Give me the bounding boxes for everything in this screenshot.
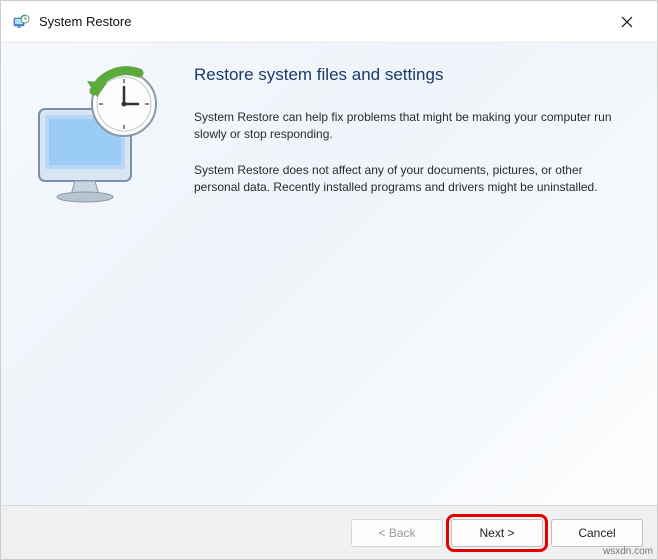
- watermark-text: wsxdn.com: [603, 546, 653, 557]
- window-title: System Restore: [39, 14, 605, 29]
- back-button[interactable]: < Back: [351, 519, 443, 547]
- next-button[interactable]: Next >: [451, 519, 543, 547]
- titlebar: System Restore: [1, 1, 657, 43]
- restore-graphic-icon: [19, 59, 169, 209]
- description-paragraph-2: System Restore does not affect any of yo…: [194, 162, 614, 197]
- main-panel: Restore system files and settings System…: [186, 43, 657, 505]
- description-paragraph-1: System Restore can help fix problems tha…: [194, 109, 614, 144]
- page-heading: Restore system files and settings: [194, 65, 629, 85]
- cancel-button[interactable]: Cancel: [551, 519, 643, 547]
- sidebar-graphic-area: [1, 43, 186, 505]
- close-button[interactable]: [605, 1, 649, 43]
- system-restore-window: System Restore: [0, 0, 658, 560]
- system-restore-icon: [11, 12, 31, 32]
- content-area: Restore system files and settings System…: [1, 43, 657, 505]
- wizard-footer: < Back Next > Cancel wsxdn.com: [1, 505, 657, 559]
